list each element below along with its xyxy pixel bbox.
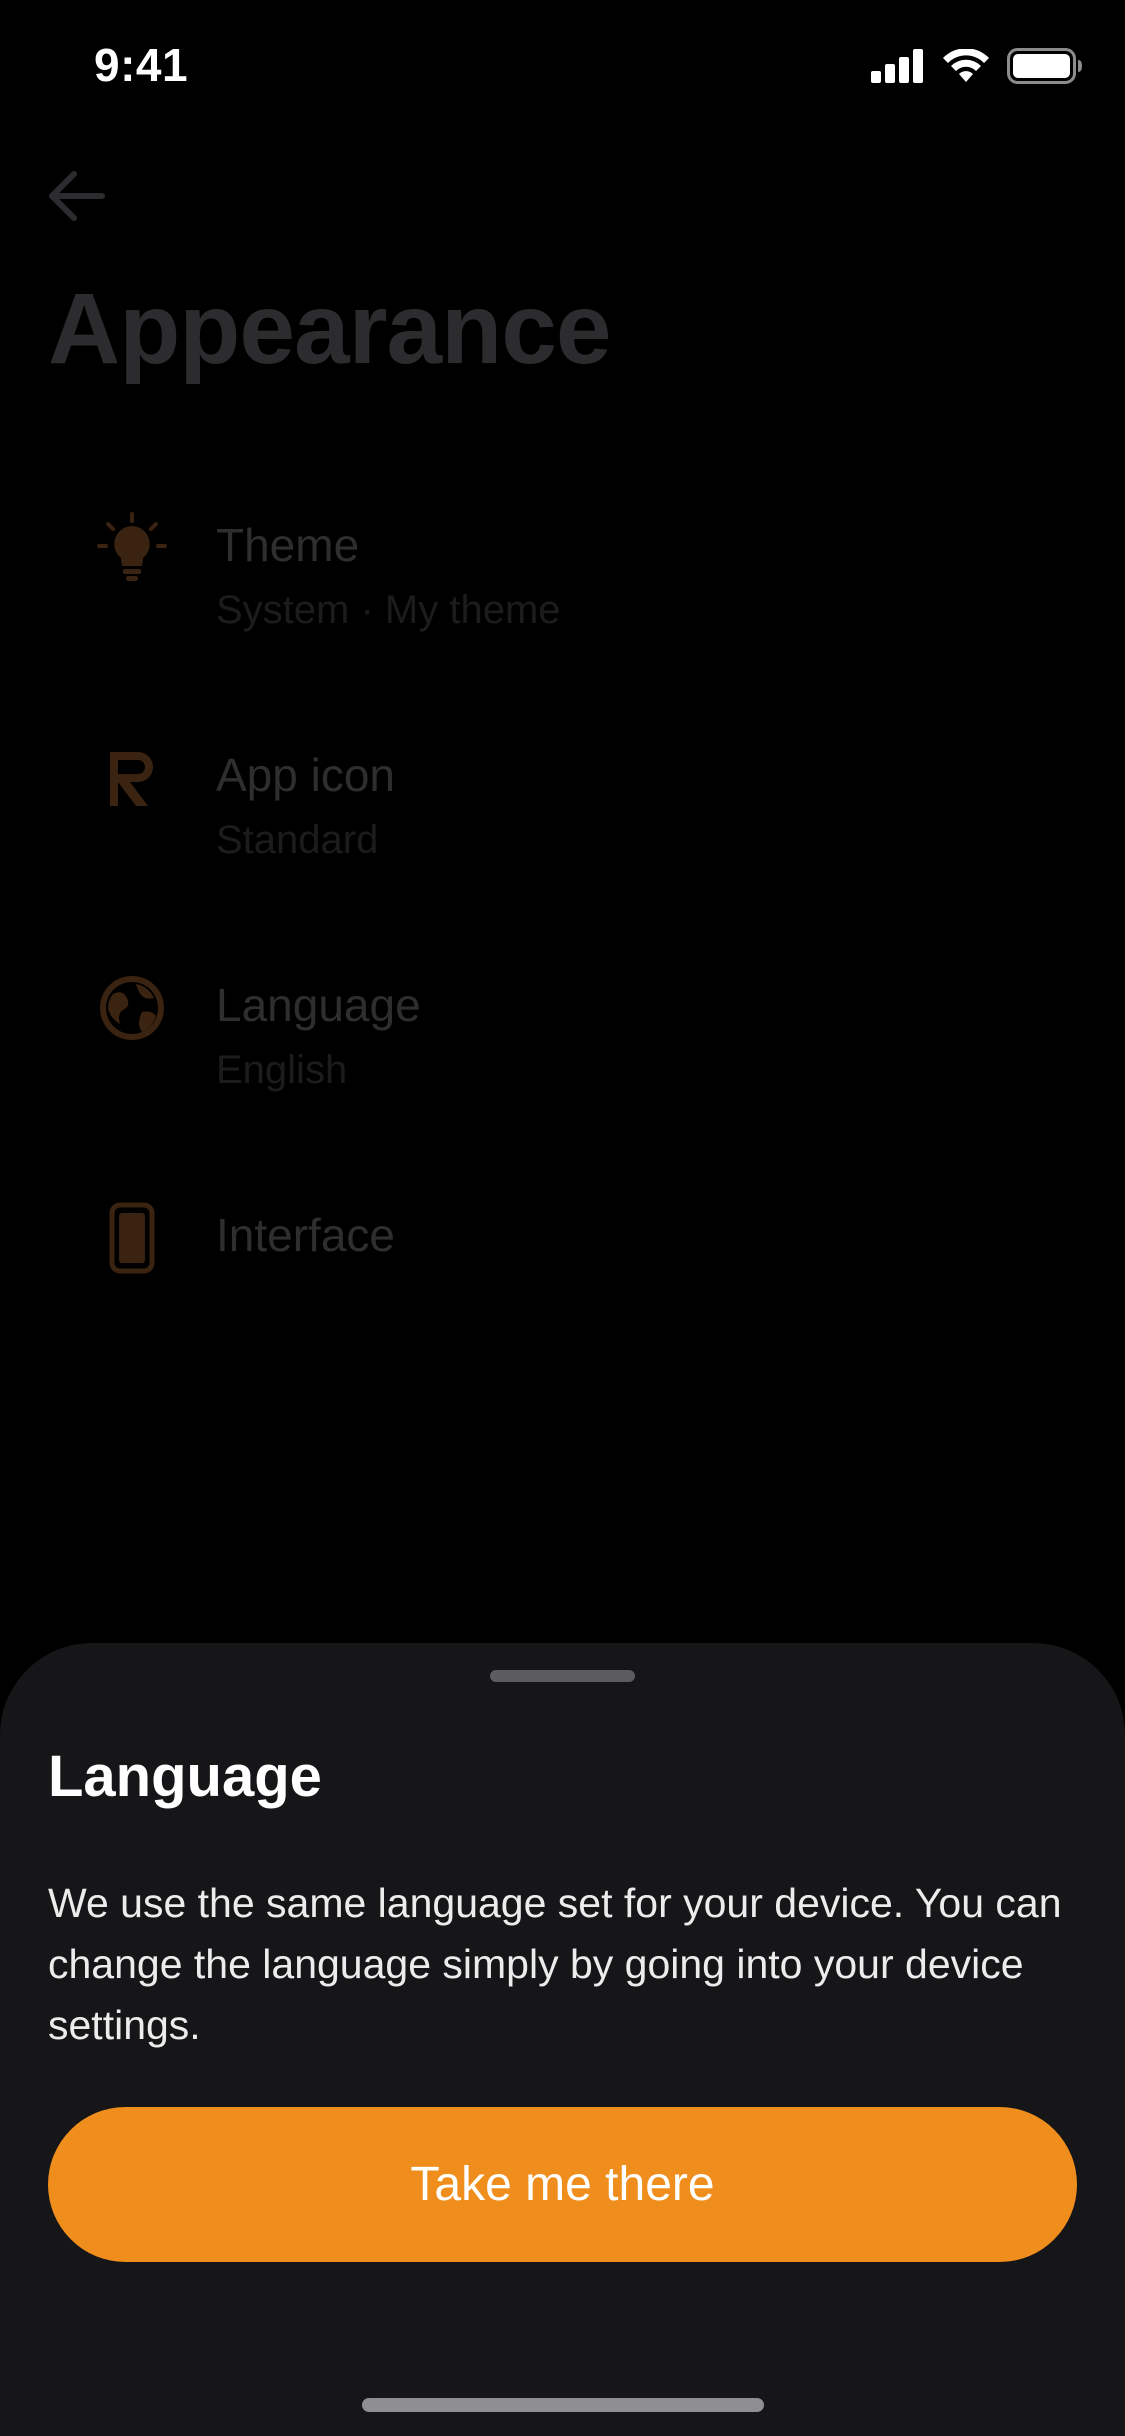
- lightbulb-icon: [96, 512, 168, 584]
- sheet-drag-handle[interactable]: [490, 1670, 635, 1682]
- settings-item-label: Interface: [216, 1209, 395, 1261]
- settings-item-label: App icon: [216, 749, 396, 801]
- back-button[interactable]: [44, 166, 108, 230]
- settings-item-theme[interactable]: Theme System · My theme: [0, 500, 1125, 650]
- settings-item-label: Language: [216, 979, 421, 1031]
- globe-icon: [96, 972, 168, 1044]
- language-bottom-sheet: Language We use the same language set fo…: [0, 1643, 1125, 2436]
- phone-device-icon: [96, 1202, 168, 1274]
- settings-item-sublabel: Standard: [216, 818, 379, 862]
- settings-item-sublabel: System · My theme: [216, 588, 561, 632]
- arrow-left-icon: [46, 170, 106, 227]
- home-indicator[interactable]: [362, 2398, 764, 2412]
- settings-item-sublabel: English: [216, 1048, 348, 1092]
- settings-item-label: Theme: [216, 519, 360, 571]
- settings-item-app-icon[interactable]: App icon Standard: [0, 730, 1125, 880]
- settings-item-interface[interactable]: Interface: [0, 1190, 1125, 1340]
- take-me-there-button[interactable]: Take me there: [48, 2107, 1077, 2262]
- app-r-logo-icon: [96, 742, 168, 814]
- sheet-title: Language: [48, 1744, 322, 1809]
- settings-item-language[interactable]: Language English: [0, 960, 1125, 1110]
- page-title: Appearance: [48, 273, 611, 385]
- sheet-description: We use the same language set for your de…: [48, 1880, 1062, 2048]
